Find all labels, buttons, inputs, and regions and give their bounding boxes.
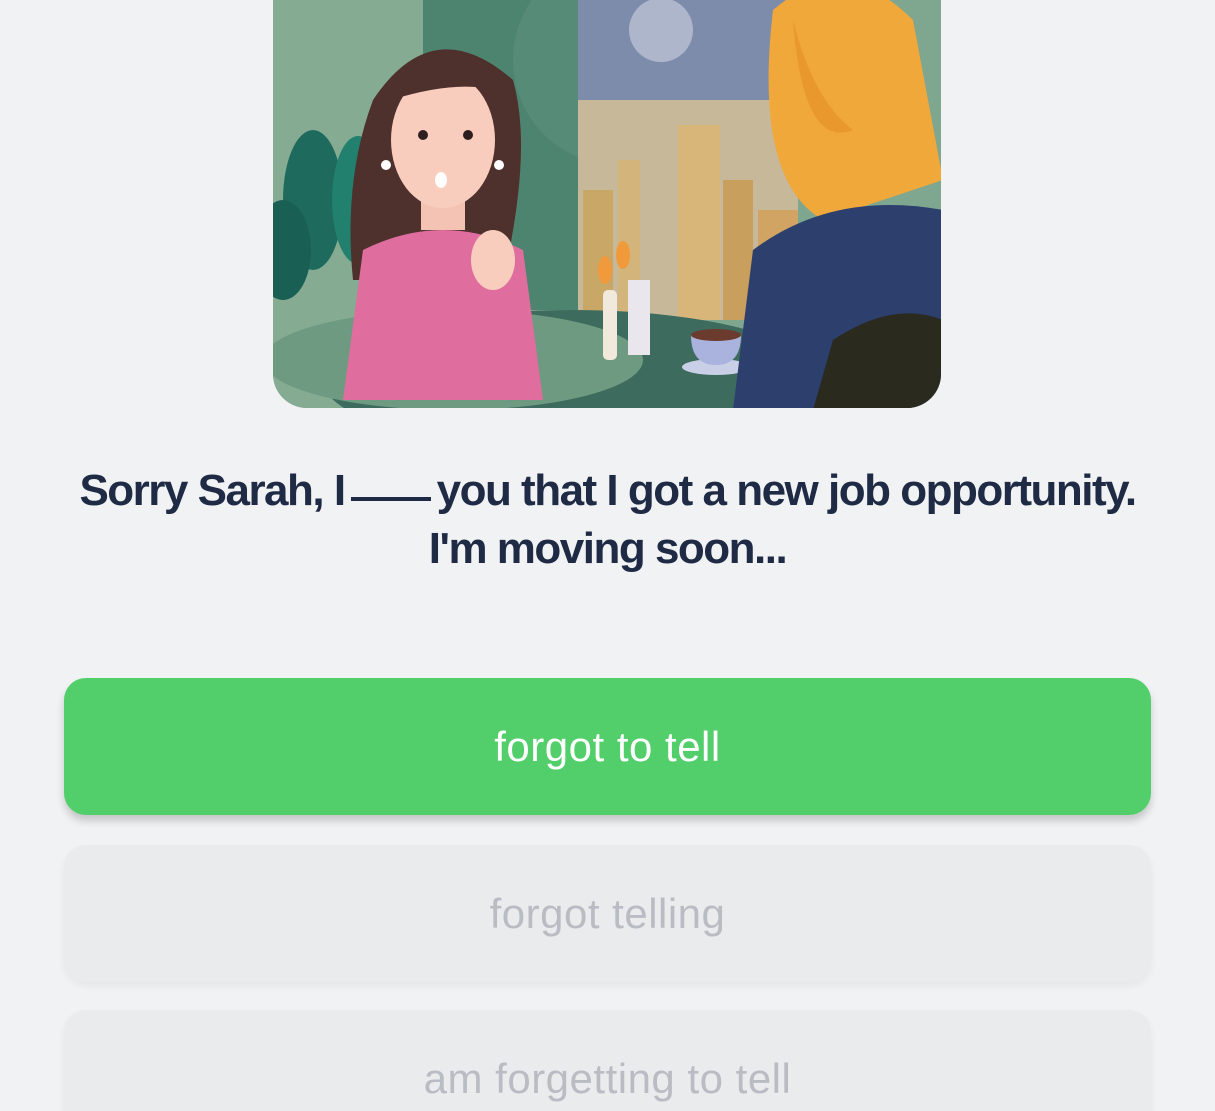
question-after-blank: you that I got a new job opportunity. [436,466,1137,515]
scene-illustration [273,0,941,408]
question-line-2: I'm moving soon... [428,524,788,573]
quiz-screen: Sorry Sarah, I you that I got a new job o… [0,0,1215,1111]
option-forgot-to-tell[interactable]: forgot to tell [64,678,1151,815]
option-label: am forgetting to tell [423,1054,792,1102]
option-label: forgot telling [489,889,726,937]
option-am-forgetting-to-tell[interactable]: am forgetting to tell [64,1010,1151,1111]
option-label: forgot to tell [494,722,721,770]
question-text: Sorry Sarah, I you that I got a new job o… [40,462,1175,578]
answer-blank [350,497,431,501]
question-before-blank: Sorry Sarah, I [79,466,346,515]
option-forgot-telling[interactable]: forgot telling [64,845,1151,982]
